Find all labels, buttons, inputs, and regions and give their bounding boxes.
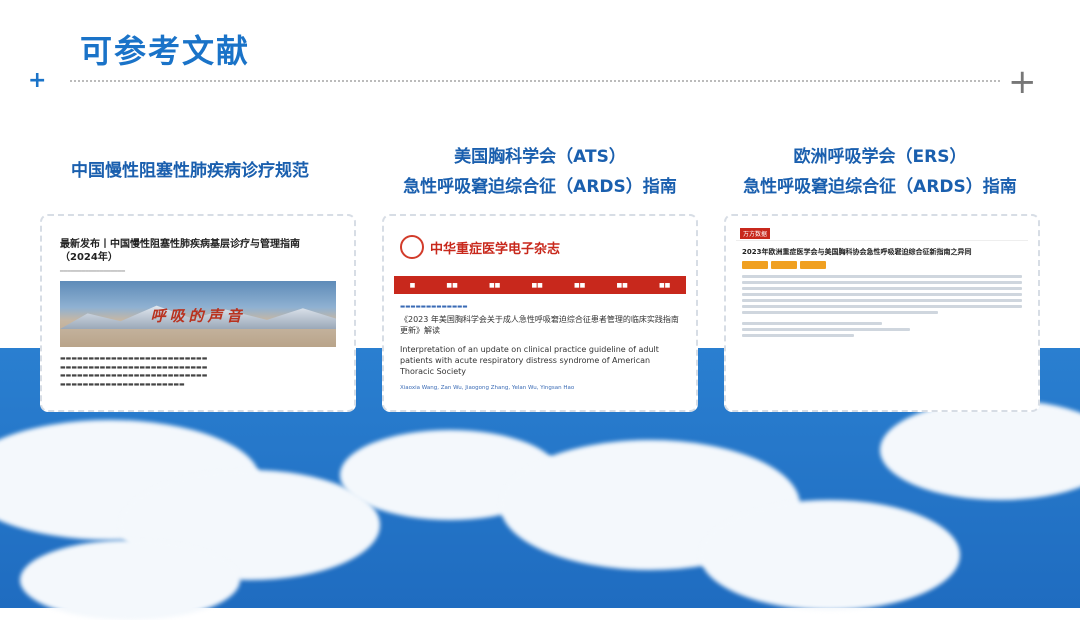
article-heading: 最新发布丨中国慢性阻塞性肺疾病基层诊疗与管理指南（2024年） bbox=[60, 239, 300, 263]
article-authors: Xiaoxia Wang, Zan Wu, Jiaogong Zhang, Ye… bbox=[400, 385, 575, 391]
banner-text: 呼吸的声音 bbox=[150, 307, 246, 325]
journal-nav: ■ ■■ ■■ ■■ ■■ ■■ ■■ bbox=[394, 276, 686, 294]
journal-logo-icon bbox=[400, 235, 424, 259]
card-2-caption: 美国胸科学会（ATS） 急性呼吸窘迫综合征（ARDS）指南 bbox=[403, 147, 677, 197]
wanfang-logo: 万方数据 bbox=[740, 227, 771, 239]
card-3-caption: 欧洲呼吸学会（ERS） 急性呼吸窘迫综合征（ARDS）指南 bbox=[743, 147, 1017, 197]
article-en-title: Interpretation of an update on clinical … bbox=[400, 345, 659, 376]
page-title: 可参考文献 bbox=[80, 32, 251, 70]
journal-name: 中华重症医学电子杂志 bbox=[430, 241, 561, 257]
plus-icon-right: + bbox=[1008, 62, 1037, 102]
dotted-divider bbox=[70, 80, 1000, 82]
card-1-caption: 中国慢性阻塞性肺疾病诊疗规范 bbox=[71, 161, 309, 181]
article-banner: 呼吸的声音 bbox=[60, 281, 336, 347]
reference-card-1[interactable]: 最新发布丨中国慢性阻塞性肺疾病基层诊疗与管理指南（2024年） ━━━━━━━━… bbox=[40, 214, 356, 412]
article-title: 2023年欧洲重症医学会与美国胸科协会急性呼吸窘迫综合征新指南之异同 bbox=[742, 248, 972, 256]
reference-card-2[interactable]: 中华重症医学电子杂志 ■ ■■ ■■ ■■ ■■ ■■ ■■ ▬▬▬▬▬▬▬▬▬▬▬▬▬ 《… bbox=[382, 214, 698, 412]
article-zh-title: 《2023 年美国胸科学会关于成人急性呼吸窘迫综合征患者管理的临床实践指南更新》… bbox=[400, 315, 679, 335]
plus-icon-left: + bbox=[28, 68, 47, 93]
reference-card-3[interactable]: 万方数据 2023年欧洲重症医学会与美国胸科协会急性呼吸窘迫综合征新指南之异同 bbox=[724, 214, 1040, 412]
